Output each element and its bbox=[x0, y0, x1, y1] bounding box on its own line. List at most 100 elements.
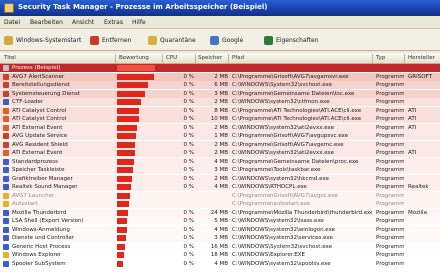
quarantine-button[interactable]: Quarantäne bbox=[148, 34, 196, 46]
menu-ansicht[interactable]: Ansicht bbox=[72, 19, 94, 26]
col-titel[interactable]: Titel bbox=[4, 55, 16, 61]
search-icon bbox=[210, 35, 219, 45]
table-row[interactable]: CTF-Loader 0 % 2 MB C:\WINDOWS\system32\ctf… bbox=[0, 98, 440, 106]
cell-path: C:\WINDOWS\system32\winlogon.exe bbox=[232, 226, 336, 233]
cell-path: C:\Programme\Mozilla Thunderbird\thunder… bbox=[232, 209, 372, 216]
process-icon bbox=[3, 201, 9, 207]
cell-mem: 3 MB bbox=[214, 235, 228, 241]
table-row[interactable]: Realtek Sound Manager 0 % 4 MB C:\WINDOWS\R… bbox=[0, 183, 440, 191]
table-row[interactable]: Bereitstellungsdienst 0 % 6 MB C:\WINDOWS\S… bbox=[0, 81, 440, 89]
cell-path: C:\WINDOWS\Explorer.EXE bbox=[232, 252, 305, 258]
cell-cpu: 0 % bbox=[183, 90, 194, 97]
process-icon bbox=[3, 226, 9, 233]
cell-cpu: 0 % bbox=[183, 124, 194, 131]
cell-mem: 2 MB bbox=[214, 124, 228, 131]
rating-bar bbox=[117, 65, 155, 71]
col-typ[interactable]: Typ bbox=[376, 55, 385, 61]
column-header: Titel Bewertung CPU Speicher Pfad Typ He… bbox=[0, 53, 440, 64]
cell-type: Programm bbox=[376, 116, 404, 122]
cell-name: Grafiktreiber Manager bbox=[12, 175, 73, 182]
cell-name: Autostart bbox=[12, 201, 38, 207]
cell-path: C:\WINDOWS\system32\ctfmon.exe bbox=[232, 99, 330, 105]
rating-bar bbox=[117, 260, 123, 267]
cell-cpu: 0 % bbox=[183, 99, 194, 105]
table-row[interactable]: AVG Update Service 0 % 1 MB C:\Programme\Gr… bbox=[0, 132, 440, 140]
menu-extras[interactable]: Extras bbox=[104, 19, 123, 26]
table-row[interactable]: ATI Catalyst Control 0 % 8 MB C:\Programme\… bbox=[0, 106, 440, 115]
table-row[interactable]: AVG7 Launcher C:\Programme\Grisoft\AVG7\a… bbox=[0, 191, 440, 200]
cell-mem: 3 MB bbox=[214, 167, 228, 173]
cell-vendor: GRISOFT bbox=[408, 73, 432, 80]
title-bar[interactable]: Security Task Manager - Prozesse im Arbe… bbox=[0, 0, 440, 16]
col-speicher[interactable]: Speicher bbox=[198, 55, 222, 61]
cell-cpu: 0 % bbox=[183, 243, 194, 250]
table-row[interactable]: ATI External Event 0 % 2 MB C:\WINDOWS\syst… bbox=[0, 123, 440, 132]
col-hersteller[interactable]: Hersteller bbox=[408, 55, 435, 61]
cell-type: Programm bbox=[376, 243, 404, 250]
process-icon bbox=[3, 150, 9, 156]
cell-type: Programm bbox=[376, 107, 404, 114]
cell-mem: 5 MB bbox=[214, 218, 228, 224]
process-icon bbox=[3, 107, 9, 114]
cell-type: Programm bbox=[376, 226, 404, 233]
cell-path: C:\WINDOWS\system32\ati2evxx.exe bbox=[232, 150, 335, 156]
col-pfad[interactable]: Pfad bbox=[232, 55, 244, 61]
cell-path: C:\WINDOWS\System32\svchost.exe bbox=[232, 82, 332, 88]
cell-name: Windows Explorer bbox=[12, 252, 62, 258]
table-row[interactable]: Systemsteuerung Dienst 0 % 3 MB C:\Programm… bbox=[0, 89, 440, 98]
security-task-manager-window: Security Task Manager - Prozesse im Arbe… bbox=[0, 0, 440, 279]
table-row[interactable]: Dienste und Controller 0 % 3 MB C:\WINDOWS\… bbox=[0, 234, 440, 242]
table-row[interactable]: LSA Shell (Export Version) 0 % 5 MB C:\WIND… bbox=[0, 217, 440, 225]
cell-type: Programm bbox=[376, 235, 404, 241]
cell-mem: 16 MB bbox=[210, 243, 228, 250]
col-cpu[interactable]: CPU bbox=[166, 55, 177, 61]
table-row[interactable]: Grafiktreiber Manager 0 % 2 MB C:\WINDOWS\s… bbox=[0, 174, 440, 183]
menu-bearbeiten[interactable]: Bearbeiten bbox=[30, 19, 63, 26]
table-row[interactable]: Windows-Anmeldung 0 % 4 MB C:\WINDOWS\syste… bbox=[0, 225, 440, 234]
cell-type: Programm bbox=[376, 150, 404, 156]
cell-name: Standardprozess bbox=[12, 158, 59, 165]
startup-button[interactable]: Windows-Systemstart bbox=[4, 34, 81, 46]
cell-name: ATI External Event bbox=[12, 150, 63, 156]
properties-button[interactable]: Eigenschaften bbox=[264, 34, 319, 46]
remove-button[interactable]: Entfernen bbox=[90, 34, 131, 46]
cell-mem: 2 MB bbox=[214, 73, 228, 80]
cell-cpu: 0 % bbox=[183, 260, 194, 267]
process-icon bbox=[3, 167, 9, 173]
remove-icon bbox=[90, 35, 99, 45]
process-icon bbox=[3, 260, 9, 267]
google-button[interactable]: Google bbox=[210, 34, 243, 46]
table-row[interactable]: Speicher Taskleiste 0 % 3 MB C:\Programme\T… bbox=[0, 166, 440, 174]
process-icon bbox=[3, 184, 9, 190]
rating-bar bbox=[117, 226, 127, 233]
table-row[interactable]: Autostart C:\Programme\autostart.exe Progr… bbox=[0, 200, 440, 208]
table-row[interactable]: ATI Catalyst Control 0 % 10 MB C:\Programme… bbox=[0, 115, 440, 123]
rating-bar bbox=[117, 209, 128, 216]
cell-path: C:\Programme\ATI Technologies\ATI.ACE\cl… bbox=[232, 107, 362, 114]
table-row[interactable]: AVG7 AlertScanner 0 % 2 MB C:\Programme\Gri… bbox=[0, 72, 440, 81]
menu-datei[interactable]: Datei bbox=[4, 19, 20, 26]
process-icon bbox=[3, 243, 9, 250]
cell-mem: 8 MB bbox=[214, 107, 228, 114]
table-row[interactable]: ATI External Event 0 % 2 MB C:\WINDOWS\syst… bbox=[0, 149, 440, 157]
cell-mem: 2 MB bbox=[214, 175, 228, 182]
table-row[interactable]: Prozess (Beispiel) bbox=[0, 64, 440, 72]
col-bewertung[interactable]: Bewertung bbox=[119, 55, 149, 61]
cell-name: ATI External Event bbox=[12, 124, 63, 131]
cell-path: C:\Programme\Gemeinsame Dateien\tsc.exe bbox=[232, 90, 355, 97]
google-label: Google bbox=[222, 36, 244, 44]
cell-mem: 6 MB bbox=[214, 82, 228, 88]
table-row[interactable]: Mozilla Thunderbird 0 % 24 MB C:\Programme\… bbox=[0, 208, 440, 217]
table-row[interactable]: AVG Resident Shield 0 % 2 MB C:\Programme\G… bbox=[0, 140, 440, 149]
menu-hilfe[interactable]: Hilfe bbox=[132, 19, 146, 26]
startup-label: Windows-Systemstart bbox=[16, 36, 82, 44]
cell-mem: 4 MB bbox=[214, 184, 228, 190]
table-row[interactable]: Spooler SubSystem 0 % 4 MB C:\WINDOWS\syste… bbox=[0, 259, 440, 268]
cell-mem: 18 MB bbox=[210, 252, 228, 258]
process-icon bbox=[3, 99, 9, 105]
table-row[interactable]: Windows Explorer 0 % 18 MB C:\WINDOWS\Explo… bbox=[0, 251, 440, 259]
cell-cpu: 0 % bbox=[183, 107, 194, 114]
table-row[interactable]: Generic Host Process 0 % 16 MB C:\WINDOWS\S… bbox=[0, 242, 440, 251]
process-list: Prozess (Beispiel) AVG7 AlertScanner 0 % 2 … bbox=[0, 64, 440, 279]
table-row[interactable]: Standardprozess 0 % 4 MB C:\Programme\Gemei… bbox=[0, 157, 440, 166]
